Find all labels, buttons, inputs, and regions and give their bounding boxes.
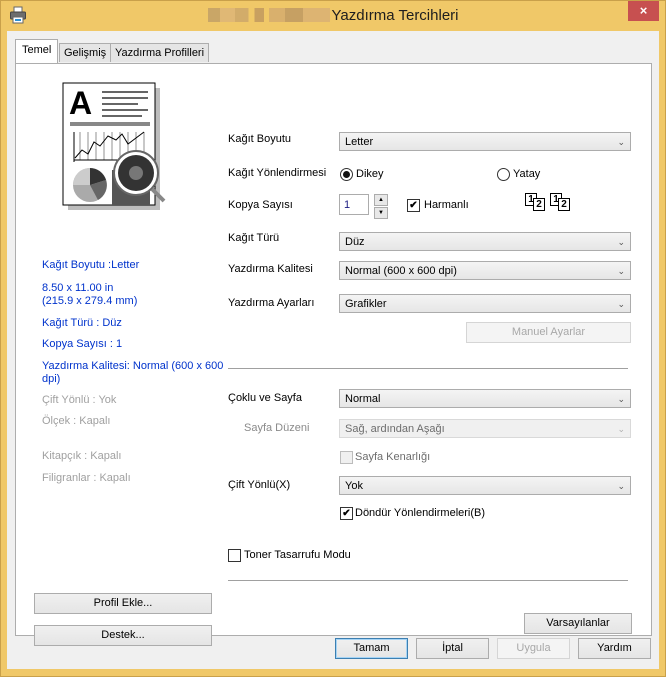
landscape-label[interactable]: Yatay: [513, 168, 540, 180]
help-button[interactable]: Yardım: [578, 638, 651, 659]
rotate-checkbox[interactable]: ✔: [340, 507, 353, 520]
media-type-label: Kağıt Türü: [228, 232, 280, 244]
copies-label: Kopya Sayısı: [228, 199, 293, 211]
summary-media-type: Kağıt Türü : Düz: [42, 317, 122, 329]
support-button[interactable]: Destek...: [34, 625, 212, 646]
toner-save-checkbox[interactable]: [228, 549, 241, 562]
multiple-page-select[interactable]: Normal ⌄: [339, 389, 631, 408]
tab-temel[interactable]: Temel: [15, 39, 59, 63]
separator: [228, 368, 628, 369]
copies-input[interactable]: [339, 194, 369, 215]
paper-size-label: Kağıt Boyutu: [228, 133, 291, 145]
summary-duplex: Çift Yönlü : Yok: [42, 394, 117, 406]
page-order-value: Sağ, ardından Aşağı: [345, 423, 445, 435]
svg-text:A: A: [69, 85, 92, 121]
summary-copies: Kopya Sayısı : 1: [42, 338, 123, 350]
duplex-label: Çift Yönlü(X): [228, 479, 291, 491]
ok-button[interactable]: Tamam: [335, 638, 408, 659]
chevron-down-icon: ⌄: [617, 299, 625, 309]
chevron-down-icon: ⌄: [617, 481, 625, 491]
summary-dims-mm: (215.9 x 279.4 mm): [42, 295, 138, 307]
manual-settings-button[interactable]: Manuel Ayarlar: [466, 322, 631, 343]
apply-button[interactable]: Uygula: [497, 638, 570, 659]
orientation-label: Kağıt Yönlendirmesi: [228, 167, 327, 179]
window-title-text: Yazdırma Tercihleri: [331, 7, 459, 24]
collate-label[interactable]: Harmanlı: [424, 199, 469, 211]
summary-quality-line2: dpi): [42, 373, 61, 385]
portrait-label[interactable]: Dikey: [356, 168, 384, 180]
spin-down-icon[interactable]: ▼: [374, 207, 388, 219]
paper-size-value: Letter: [345, 136, 374, 148]
cancel-button[interactable]: İptal: [416, 638, 489, 659]
print-quality-label: Yazdırma Kalitesi: [228, 263, 313, 275]
duplex-value: Yok: [345, 480, 363, 492]
print-settings-value: Grafikler: [345, 298, 387, 310]
tab-panel-temel: A Kağıt Boyutu :Letter 8.50 x 11.00 in (…: [15, 63, 652, 646]
summary-paper-size: Kağıt Boyutu :Letter: [42, 259, 140, 271]
check-icon: ✔: [409, 200, 418, 211]
toner-save-label[interactable]: Toner Tasarrufu Modu: [244, 549, 351, 561]
paper-size-select[interactable]: Letter ⌄: [339, 132, 631, 151]
collate-checkbox[interactable]: ✔: [407, 199, 420, 212]
print-settings-select[interactable]: Grafikler ⌄: [339, 294, 631, 313]
print-settings-label: Yazdırma Ayarları: [228, 297, 315, 309]
border-line-checkbox[interactable]: [340, 451, 353, 464]
document-preview-image: A: [62, 82, 166, 210]
rotate-label[interactable]: Döndür Yönlendirmeleri(B): [355, 507, 485, 519]
landscape-radio[interactable]: [497, 168, 510, 181]
check-icon: ✔: [342, 508, 351, 519]
summary-quality-line1: Yazdırma Kalitesi: Normal (600 x 600: [42, 360, 224, 372]
close-icon: ×: [639, 3, 648, 18]
summary-dims-in: 8.50 x 11.00 in: [42, 282, 114, 294]
chevron-down-icon: ⌄: [617, 237, 625, 247]
separator: [228, 580, 628, 581]
redacted-printer-name: [207, 8, 330, 22]
border-line-label[interactable]: Sayfa Kenarlığı: [355, 451, 430, 463]
copies-spinner[interactable]: ▲ ▼: [374, 194, 388, 219]
print-quality-value: Normal (600 x 600 dpi): [345, 265, 457, 277]
tab-gelismis[interactable]: Gelişmiş: [59, 43, 112, 62]
summary-scaling: Ölçek : Kapalı: [42, 415, 111, 427]
title-bar: Yazdırma Tercihleri ×: [0, 0, 666, 30]
radio-selected-dot: [343, 171, 350, 178]
media-type-value: Düz: [345, 236, 365, 248]
chevron-down-icon: ⌄: [617, 394, 625, 404]
multiple-page-value: Normal: [345, 393, 381, 405]
chevron-down-icon: ⌄: [617, 137, 625, 147]
media-type-select[interactable]: Düz ⌄: [339, 232, 631, 251]
page-order-label: Sayfa Düzeni: [244, 422, 310, 434]
close-button[interactable]: ×: [628, 1, 659, 21]
summary-booklet: Kitapçık : Kapalı: [42, 450, 122, 462]
collate-page-2: 2: [533, 198, 545, 211]
defaults-button[interactable]: Varsayılanlar: [524, 613, 632, 634]
page-order-select[interactable]: Sağ, ardından Aşağı ⌄: [339, 419, 631, 438]
chevron-down-icon: ⌄: [617, 424, 625, 434]
chevron-down-icon: ⌄: [617, 266, 625, 276]
collate-page-2b: 2: [558, 198, 570, 211]
portrait-radio[interactable]: [340, 168, 353, 181]
spin-up-icon[interactable]: ▲: [374, 194, 388, 206]
multiple-page-label: Çoklu ve Sayfa: [228, 392, 302, 404]
window-title: Yazdırma Tercihleri: [0, 7, 666, 24]
summary-watermark: Filigranlar : Kapalı: [42, 472, 131, 484]
tab-yazdirma-profilleri[interactable]: Yazdırma Profilleri: [110, 43, 210, 62]
add-profile-button[interactable]: Profil Ekle...: [34, 593, 212, 614]
print-quality-select[interactable]: Normal (600 x 600 dpi) ⌄: [339, 261, 631, 280]
duplex-select[interactable]: Yok ⌄: [339, 476, 631, 495]
dialog-body: Temel Gelişmiş Yazdırma Profilleri A Kağ: [7, 31, 659, 669]
